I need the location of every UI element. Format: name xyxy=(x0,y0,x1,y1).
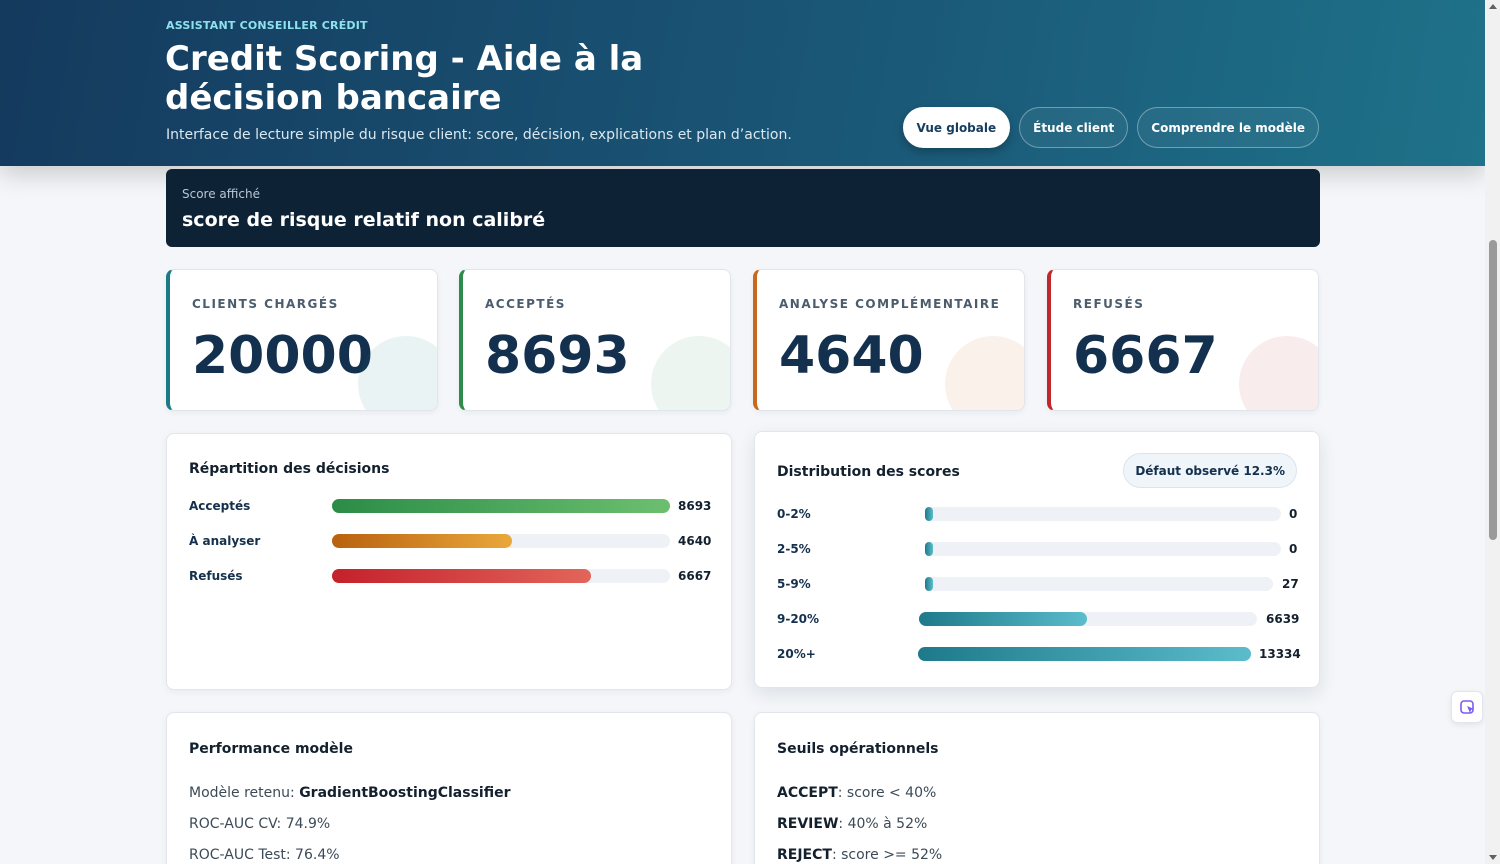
score-row-value: 6639 xyxy=(1266,612,1300,626)
threshold-review: REVIEW: 40% à 52% xyxy=(777,816,927,832)
kpi-value: 8693 xyxy=(485,326,630,386)
scroll-thumb[interactable] xyxy=(1489,240,1497,540)
kpi-value: 4640 xyxy=(779,326,924,386)
decision-row-value: 4640 xyxy=(678,534,712,548)
default-rate-badge: Défaut observé 12.3% xyxy=(1123,453,1297,488)
decision-bar-track xyxy=(332,534,670,548)
score-bar-track xyxy=(919,612,1257,626)
score-banner: Score affiché score de risque relatif no… xyxy=(166,169,1320,247)
eyebrow-label: ASSISTANT CONSEILLER CRÉDIT xyxy=(166,19,368,32)
score-row-label: 0-2% xyxy=(777,507,811,521)
page-subtitle: Interface de lecture simple du risque cl… xyxy=(166,127,792,143)
kpi-card-clients: CLIENTS CHARGÉS 20000 xyxy=(166,269,438,411)
score-row-label: 20%+ xyxy=(777,647,816,661)
nav-comprendre-modele[interactable]: Comprendre le modèle xyxy=(1137,107,1319,148)
nav-vue-globale[interactable]: Vue globale xyxy=(902,107,1011,148)
kpi-decoration xyxy=(945,336,1024,410)
kpi-label: ANALYSE COMPLÉMENTAIRE xyxy=(779,297,1001,311)
decision-row-value: 6667 xyxy=(678,569,712,583)
decision-row-value: 8693 xyxy=(678,499,712,513)
kpi-card-analyse: ANALYSE COMPLÉMENTAIRE 4640 xyxy=(753,269,1025,411)
floating-assistant-button[interactable] xyxy=(1451,691,1483,723)
app-viewport: ASSISTANT CONSEILLER CRÉDIT Credit Scori… xyxy=(0,0,1485,864)
score-banner-value: score de risque relatif non calibré xyxy=(182,209,546,231)
score-bar-track xyxy=(925,507,1281,521)
hero-header: ASSISTANT CONSEILLER CRÉDIT Credit Scori… xyxy=(0,0,1485,166)
decision-bar-track xyxy=(332,499,670,513)
decision-bar-fill xyxy=(332,499,670,513)
page-title: Credit Scoring - Aide à la décision banc… xyxy=(165,39,644,118)
kpi-label: CLIENTS CHARGÉS xyxy=(192,297,339,311)
kpi-card-acceptes: ACCEPTÉS 8693 xyxy=(459,269,731,411)
threshold-key: REJECT xyxy=(777,847,832,863)
score-row-label: 2-5% xyxy=(777,542,811,556)
score-bar-fill xyxy=(925,577,933,591)
score-distribution-card: Distribution des scores Défaut observé 1… xyxy=(754,431,1320,688)
score-bar-fill xyxy=(925,507,933,521)
kpi-card-refuses: REFUSÉS 6667 xyxy=(1047,269,1319,411)
model-value: GradientBoostingClassifier xyxy=(299,785,511,801)
score-distribution-title: Distribution des scores xyxy=(777,464,960,480)
main-nav: Vue globale Étude client Comprendre le m… xyxy=(902,107,1319,148)
nav-etude-client[interactable]: Étude client xyxy=(1019,107,1129,148)
thresholds-title: Seuils opérationnels xyxy=(777,741,939,757)
decision-bar-track xyxy=(332,569,670,583)
performance-title: Performance modèle xyxy=(189,741,353,757)
cursor-pointer-icon xyxy=(1460,700,1474,714)
threshold-reject: REJECT: score >= 52% xyxy=(777,847,942,863)
threshold-rule: : 40% à 52% xyxy=(838,816,928,832)
threshold-rule: : score >= 52% xyxy=(831,847,943,863)
score-bar-track xyxy=(925,577,1273,591)
score-bar-fill xyxy=(918,647,1251,661)
score-row-label: 5-9% xyxy=(777,577,811,591)
scroll-up-arrow-icon[interactable] xyxy=(1489,4,1497,9)
threshold-key: ACCEPT xyxy=(777,785,838,801)
threshold-rule: : score < 40% xyxy=(837,785,937,801)
decision-bar-fill xyxy=(332,534,513,548)
scroll-down-arrow-icon[interactable] xyxy=(1489,855,1497,860)
score-bar-fill xyxy=(919,612,1088,626)
decisions-card: Répartition des décisions Acceptés 8693 … xyxy=(166,433,732,690)
roc-cv-line: ROC-AUC CV: 74.9% xyxy=(189,816,331,832)
kpi-decoration xyxy=(1239,336,1318,410)
score-bar-fill xyxy=(925,542,933,556)
kpi-value: 6667 xyxy=(1073,326,1218,386)
decision-row-label: Refusés xyxy=(189,569,243,583)
score-row-value: 27 xyxy=(1282,577,1299,591)
threshold-key: REVIEW xyxy=(777,816,839,832)
kpi-value: 20000 xyxy=(192,326,373,386)
decisions-title: Répartition des décisions xyxy=(189,461,390,477)
model-line: Modèle retenu: GradientBoostingClassifie… xyxy=(189,785,511,801)
score-row-label: 9-20% xyxy=(777,612,820,626)
kpi-decoration xyxy=(651,336,730,410)
kpi-label: REFUSÉS xyxy=(1073,297,1145,311)
score-row-value: 0 xyxy=(1289,542,1298,556)
thresholds-card: Seuils opérationnels ACCEPT: score < 40%… xyxy=(754,712,1320,864)
page-scrollbar[interactable] xyxy=(1485,0,1500,864)
decision-row-label: À analyser xyxy=(189,534,261,548)
threshold-accept: ACCEPT: score < 40% xyxy=(777,785,936,801)
kpi-label: ACCEPTÉS xyxy=(485,297,566,311)
score-bar-track xyxy=(918,647,1251,661)
score-banner-label: Score affiché xyxy=(182,187,260,201)
model-label: Modèle retenu: xyxy=(189,785,300,801)
score-row-value: 13334 xyxy=(1259,647,1301,661)
score-row-value: 0 xyxy=(1289,507,1298,521)
decision-row-label: Acceptés xyxy=(189,499,251,513)
roc-test-line: ROC-AUC Test: 76.4% xyxy=(189,847,340,863)
performance-card: Performance modèle Modèle retenu: Gradie… xyxy=(166,712,732,864)
score-bar-track xyxy=(925,542,1281,556)
decision-bar-fill xyxy=(332,569,592,583)
